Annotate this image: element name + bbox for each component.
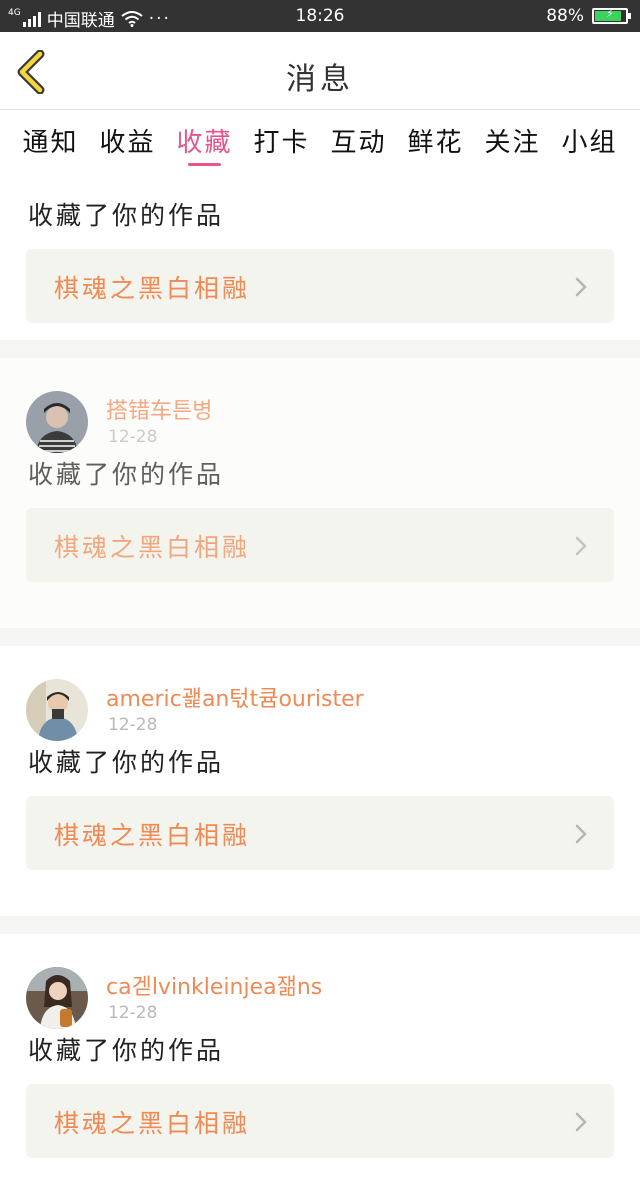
user-name[interactable]: 搭错车튼병 (106, 393, 212, 425)
divider (0, 916, 640, 934)
work-link[interactable]: 棋魂之黑白相融 (26, 1084, 614, 1158)
tab-notice[interactable]: 通知 (22, 110, 78, 170)
message-date: 12-28 (108, 1003, 158, 1023)
charging-bolt-icon: ⚡ (606, 7, 614, 20)
message-item: ca겓lvinkleinjea잶ns 12-28 收藏了你的作品 棋魂之黑白相融 (0, 934, 640, 1204)
work-link[interactable]: 棋魂之黑白相融 (26, 249, 614, 323)
chevron-right-icon (575, 277, 587, 297)
message-tabs: 通知 收益 收藏 打卡 互动 鲜花 关注 小组 (0, 110, 640, 170)
work-title: 棋魂之黑白相融 (54, 533, 251, 562)
divider (0, 628, 640, 646)
message-date: 12-28 (108, 715, 158, 735)
work-title: 棋魂之黑白相融 (54, 821, 251, 850)
chevron-right-icon (575, 536, 587, 556)
tab-interaction[interactable]: 互动 (330, 110, 386, 170)
user-name[interactable]: ca겓lvinkleinjea잶ns (106, 969, 322, 1001)
avatar[interactable] (26, 679, 88, 741)
nav-bar: 消息 (0, 32, 640, 110)
tab-favorites[interactable]: 收藏 (176, 110, 232, 170)
status-bar: 4G 中国联通 ··· 18:26 88% ⚡ (0, 0, 640, 32)
message-text: 收藏了你的作品 (28, 1036, 225, 1065)
tab-checkin[interactable]: 打卡 (253, 110, 309, 170)
message-item: 收藏了你的作品 棋魂之黑白相融 (0, 170, 640, 340)
status-right: 88% ⚡ (546, 6, 631, 26)
battery-percent: 88% (546, 6, 584, 26)
chevron-right-icon (575, 824, 587, 844)
user-row: ca겓lvinkleinjea잶ns 12-28 (26, 967, 626, 1029)
tab-earnings[interactable]: 收益 (99, 110, 155, 170)
message-item: 搭错车튼병 12-28 收藏了你的作品 棋魂之黑白相融 (0, 358, 640, 628)
battery-icon: ⚡ (592, 7, 631, 24)
avatar[interactable] (26, 391, 88, 453)
page-title: 消息 (286, 62, 354, 97)
avatar[interactable] (26, 967, 88, 1029)
message-item: americ괥an턳t큠ourister 12-28 收藏了你的作品 棋魂之黑白… (0, 646, 640, 916)
user-name[interactable]: americ괥an턳t큠ourister (106, 681, 364, 713)
message-list: 收藏了你的作品 棋魂之黑白相融 搭错车튼병 12-28 收藏了你的作品 棋魂之黑… (0, 170, 640, 1204)
message-text: 收藏了你的作品 (28, 748, 225, 777)
status-time: 18:26 (295, 6, 345, 26)
tab-follow[interactable]: 关注 (484, 110, 540, 170)
chevron-right-icon (575, 1112, 587, 1132)
work-link[interactable]: 棋魂之黑白相融 (26, 796, 614, 870)
message-text: 收藏了你的作品 (28, 201, 225, 230)
message-date: 12-28 (108, 427, 158, 447)
divider (0, 340, 640, 358)
tab-groups[interactable]: 小组 (561, 110, 617, 170)
user-row: 搭错车튼병 12-28 (26, 391, 626, 453)
user-row: americ괥an턳t큠ourister 12-28 (26, 679, 626, 741)
tab-flowers[interactable]: 鲜花 (407, 110, 463, 170)
work-title: 棋魂之黑白相融 (54, 1109, 251, 1138)
message-text: 收藏了你的作品 (28, 460, 225, 489)
work-link[interactable]: 棋魂之黑白相融 (26, 508, 614, 582)
work-title: 棋魂之黑白相融 (54, 274, 251, 303)
